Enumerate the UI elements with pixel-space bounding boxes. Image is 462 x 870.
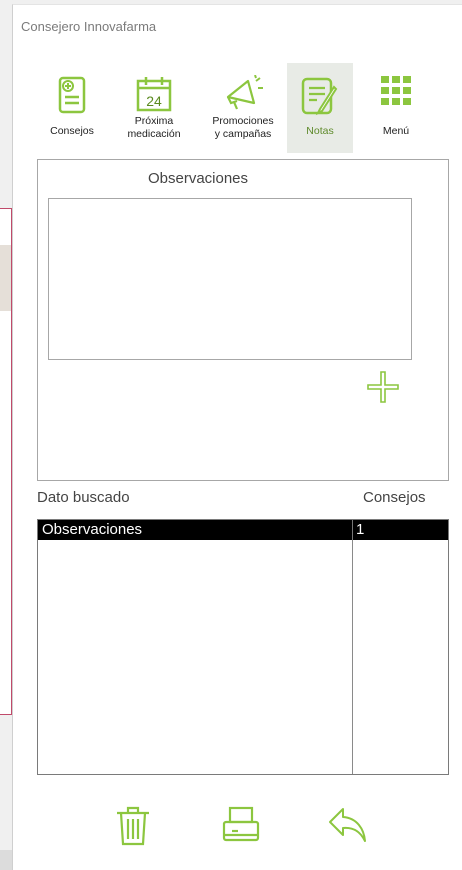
megaphone-icon [226, 75, 263, 110]
tab-proxima-label-1: Próxima [134, 115, 174, 127]
window-title: Consejero Innovafarma [21, 19, 157, 34]
observaciones-panel: Observaciones [37, 159, 449, 481]
add-observacion-button[interactable] [366, 370, 400, 404]
printer-icon [222, 806, 260, 842]
tab-promociones-label-2: y campañas [214, 128, 272, 140]
calendar-number: 24 [146, 93, 162, 109]
toolbar: Consejos 24 Próxima medicación Promocion… [37, 63, 447, 153]
tab-promociones[interactable]: Promociones y campañas [201, 63, 285, 153]
clipboard-plus-icon [58, 76, 86, 114]
tab-consejos-label: Consejos [50, 125, 94, 137]
column-header-consejos: Consejos [363, 489, 426, 506]
observaciones-textarea[interactable] [48, 198, 412, 360]
results-list: Observaciones 1 [37, 519, 449, 775]
plus-icon [367, 371, 399, 403]
undo-arrow-icon [329, 808, 366, 842]
back-button[interactable] [327, 805, 369, 845]
consejero-panel: Consejero Innovafarma Consejos 24 Próxim… [12, 4, 462, 870]
observaciones-title: Observaciones [147, 170, 249, 187]
grid-menu-icon [381, 76, 411, 105]
tab-notas[interactable]: Notas [287, 63, 353, 153]
tab-notas-label: Notas [306, 125, 334, 137]
table-row[interactable]: Observaciones 1 [38, 520, 448, 540]
tab-menu-label: Menú [382, 125, 410, 137]
delete-button[interactable] [115, 805, 151, 847]
tab-consejos[interactable]: Consejos [37, 63, 107, 153]
background-window-strip [0, 245, 11, 311]
column-divider [352, 520, 353, 774]
row-separator [352, 520, 353, 540]
tab-proxima-label-2: medicación [127, 128, 181, 140]
notepad-pencil-icon [301, 77, 338, 116]
tab-promociones-label-1: Promociones [212, 115, 274, 127]
row-dato: Observaciones [42, 521, 143, 538]
background-window [0, 208, 12, 715]
row-consejos: 1 [356, 521, 365, 538]
trash-icon [117, 806, 149, 846]
column-header-dato: Dato buscado [37, 489, 130, 506]
print-button[interactable] [221, 805, 261, 845]
tab-menu[interactable]: Menú [363, 63, 429, 153]
calendar-icon: 24 [136, 77, 172, 112]
tab-proxima-medicacion[interactable]: 24 Próxima medicación [115, 63, 193, 153]
